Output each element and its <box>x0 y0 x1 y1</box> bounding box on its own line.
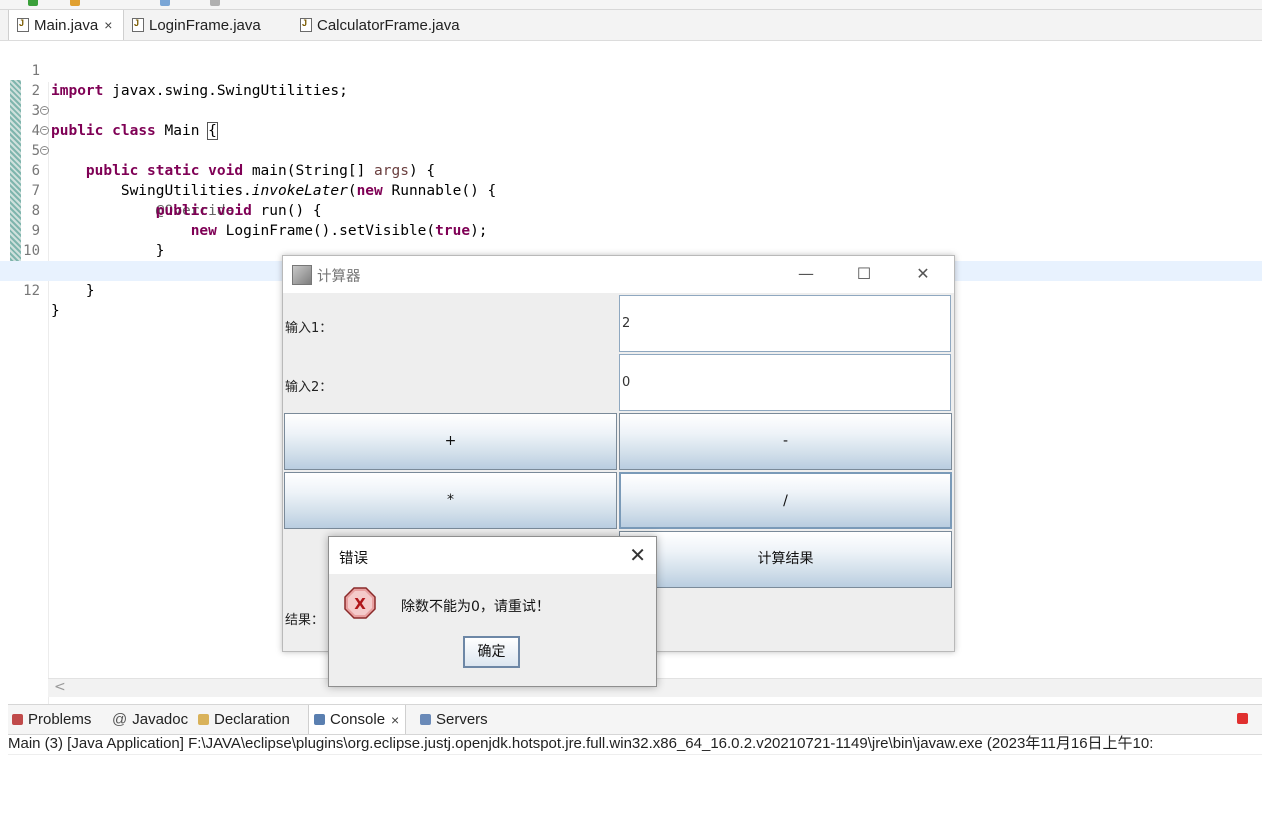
java-file-icon <box>132 18 144 32</box>
tab-label: Main.java <box>34 16 99 34</box>
tab-main-java[interactable]: Main.java × <box>8 10 124 40</box>
divide-button[interactable]: / <box>619 472 952 529</box>
tab-calculatorframe-java[interactable]: CalculatorFrame.java <box>300 10 460 40</box>
code-line: 10 }); <box>0 221 1262 279</box>
tab-problems[interactable]: Problems <box>12 705 91 734</box>
code-line: 6 − @Override <box>0 141 1262 220</box>
tab-label: Console <box>330 711 386 728</box>
scroll-left-icon[interactable]: < <box>54 679 66 695</box>
dialog-titlebar[interactable]: 错误 ✕ <box>329 537 656 574</box>
code-line: 4 − public static void main(String[] arg… <box>0 101 1262 180</box>
java-app-icon <box>292 265 312 285</box>
tab-label: Servers <box>436 711 488 728</box>
ok-button[interactable]: 确定 <box>463 636 520 668</box>
java-file-icon <box>300 18 312 32</box>
minimize-icon[interactable]: — <box>786 260 826 288</box>
maximize-icon[interactable]: ☐ <box>844 260 884 288</box>
input2-field[interactable]: 0 <box>619 354 951 411</box>
bottom-panel-tab-bar: Problems @ Javadoc Declaration Console ×… <box>8 704 1262 735</box>
console-launch-info: Main (3) [Java Application] F:\JAVA\ecli… <box>8 735 1154 752</box>
add-button[interactable]: + <box>284 413 617 470</box>
tab-label: CalculatorFrame.java <box>317 16 460 34</box>
code-line: 8 new LoginFrame().setVisible(true); <box>0 181 1262 239</box>
calculator-titlebar[interactable]: 计算器 — ☐ ✕ <box>283 256 954 293</box>
terminate-icon[interactable] <box>1237 713 1248 724</box>
tab-label: Declaration <box>214 711 290 728</box>
console-icon <box>314 714 325 725</box>
tab-loginframe-java[interactable]: LoginFrame.java <box>132 10 261 40</box>
navigate-icon[interactable] <box>210 0 220 6</box>
editor-tab-bar: Main.java × LoginFrame.java CalculatorFr… <box>0 10 1262 41</box>
code-line: 1 import javax.swing.SwingUtilities; <box>0 41 1262 99</box>
problems-icon <box>12 714 23 725</box>
search-icon[interactable] <box>160 0 170 6</box>
dialog-title: 错误 <box>339 551 368 567</box>
line-number: 12 <box>23 283 40 299</box>
open-icon[interactable] <box>70 0 80 6</box>
tab-javadoc[interactable]: @ Javadoc <box>112 705 188 734</box>
multiply-button[interactable]: * <box>284 472 617 529</box>
fold-collapse-icon[interactable]: − <box>40 126 49 135</box>
fold-collapse-icon[interactable]: − <box>40 146 49 155</box>
close-icon[interactable]: × <box>104 17 112 33</box>
result-label: 结果： <box>285 613 325 628</box>
run-icon[interactable] <box>28 0 38 6</box>
servers-icon <box>420 714 431 725</box>
input1-field[interactable]: 2 <box>619 295 951 352</box>
java-file-icon <box>17 18 29 32</box>
close-icon[interactable]: ✕ <box>903 260 943 288</box>
javadoc-icon: @ <box>112 711 128 728</box>
subtract-button[interactable]: - <box>619 413 952 470</box>
window-title: 计算器 <box>317 269 361 285</box>
error-dialog: 错误 ✕ X 除数不能为0，请重试！ 确定 <box>328 536 657 687</box>
code-line: 5 − SwingUtilities.invokeLater(new Runna… <box>0 121 1262 200</box>
error-message: 除数不能为0，请重试！ <box>401 599 550 615</box>
tab-servers[interactable]: Servers <box>420 705 488 734</box>
close-icon[interactable]: ✕ <box>629 543 646 567</box>
calculate-button[interactable]: 计算结果 <box>619 531 952 588</box>
declaration-icon <box>198 714 209 725</box>
code-line: 7 public void run() { <box>0 161 1262 219</box>
code-line: 3 public class Main { <box>0 81 1262 140</box>
tab-console[interactable]: Console × <box>308 705 407 734</box>
fold-collapse-icon[interactable]: − <box>40 106 49 115</box>
tab-label: LoginFrame.java <box>149 16 261 34</box>
svg-text:X: X <box>354 595 366 613</box>
input1-label: 输入1： <box>285 321 333 336</box>
close-icon[interactable]: × <box>391 712 399 728</box>
console-output[interactable] <box>8 754 1262 833</box>
code-line: 9 } <box>0 201 1262 259</box>
input2-label: 输入2： <box>285 380 333 395</box>
tab-label: Problems <box>28 711 92 728</box>
main-toolbar <box>0 0 1262 10</box>
tab-declaration[interactable]: Declaration <box>198 705 290 734</box>
error-icon: X <box>344 587 376 619</box>
code-line: 2 <box>0 61 1262 99</box>
tab-label: Javadoc <box>132 711 189 728</box>
